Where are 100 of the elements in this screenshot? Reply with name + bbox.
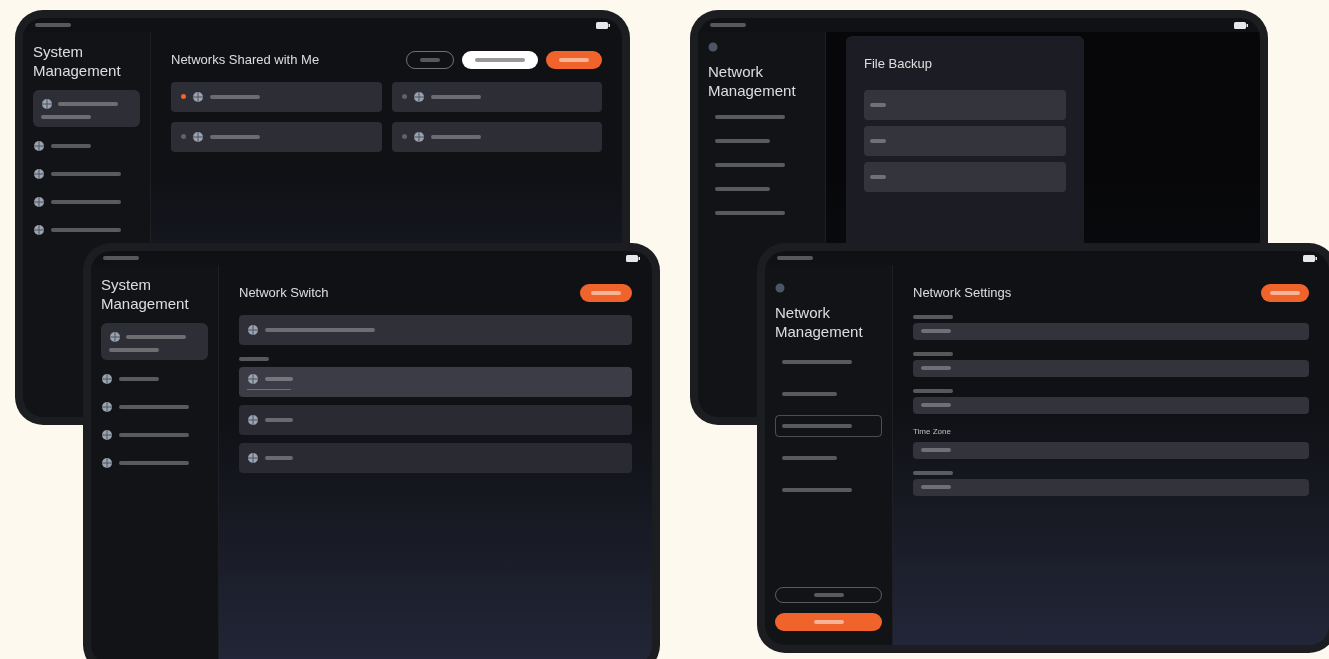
info-row[interactable] xyxy=(239,314,632,345)
illegible-label xyxy=(265,377,293,381)
illegible-label xyxy=(782,488,852,492)
illegible-label xyxy=(41,115,91,119)
globe-icon xyxy=(33,224,45,236)
network-card[interactable] xyxy=(391,81,602,112)
globe-icon xyxy=(101,373,113,385)
sidebar-title: System Management xyxy=(101,275,190,313)
battery-icon xyxy=(626,254,640,262)
globe-icon xyxy=(412,90,425,103)
input-field[interactable] xyxy=(913,478,1309,496)
illegible-label xyxy=(715,187,770,191)
illegible-label xyxy=(913,388,953,393)
illegible-label xyxy=(210,134,260,139)
globe-icon xyxy=(192,90,204,103)
sidebar-title: Network Management xyxy=(708,62,797,100)
network-card[interactable] xyxy=(171,121,382,152)
globe-icon xyxy=(33,168,45,180)
input-field[interactable] xyxy=(913,441,1309,459)
globe-icon xyxy=(109,331,121,343)
page-title: Network Switch xyxy=(239,284,329,302)
illegible-label xyxy=(119,461,189,465)
illegible-label xyxy=(109,348,159,352)
action-button[interactable] xyxy=(775,613,882,631)
illegible-label xyxy=(870,174,886,179)
illegible-label xyxy=(913,470,953,475)
battery-icon xyxy=(1234,21,1248,29)
illegible-label xyxy=(870,138,886,143)
illegible-label xyxy=(265,455,293,460)
network-card[interactable] xyxy=(391,121,602,152)
illegible-label xyxy=(591,290,621,295)
globe-icon xyxy=(41,98,53,110)
field-label: Time Zone xyxy=(913,425,952,438)
illegible-label xyxy=(813,593,844,597)
illegible-label xyxy=(51,228,121,232)
illegible-label xyxy=(35,23,71,27)
globe-icon xyxy=(101,429,113,441)
input-field[interactable] xyxy=(913,322,1309,340)
illegible-label xyxy=(921,366,951,370)
globe-icon xyxy=(33,196,45,208)
illegible-label xyxy=(921,403,951,407)
illegible-label xyxy=(559,57,589,62)
network-row[interactable] xyxy=(239,366,632,397)
page-title: Networks Shared with Me xyxy=(171,51,320,69)
sidebar-title: Network Management xyxy=(775,303,864,341)
battery-icon xyxy=(596,21,610,29)
action-button[interactable] xyxy=(546,50,602,69)
input-field[interactable] xyxy=(913,396,1309,414)
illegible-label xyxy=(715,115,785,119)
globe-icon xyxy=(247,451,259,464)
illegible-label xyxy=(782,424,852,428)
illegible-label xyxy=(715,139,770,143)
input-field[interactable] xyxy=(913,359,1309,377)
illegible-label xyxy=(103,256,139,260)
globe-icon xyxy=(247,373,259,385)
illegible-label xyxy=(126,335,186,339)
globe-icon xyxy=(101,401,113,413)
illegible-label xyxy=(265,417,293,422)
illegible-label xyxy=(58,102,118,106)
illegible-label xyxy=(430,134,481,139)
illegible-label xyxy=(782,456,837,460)
illegible-label xyxy=(475,57,525,62)
illegible-label xyxy=(782,360,852,364)
globe-icon xyxy=(247,323,259,336)
illegible-label xyxy=(777,256,813,260)
illegible-label xyxy=(921,329,951,333)
illegible-label xyxy=(119,377,159,381)
illegible-label xyxy=(921,485,951,489)
sidebar-title: System Management xyxy=(33,42,122,80)
illegible-label xyxy=(420,57,440,62)
illegible-label xyxy=(715,211,785,215)
globe-icon xyxy=(101,457,113,469)
battery-icon xyxy=(1303,254,1317,262)
illegible-label xyxy=(1270,290,1300,295)
illegible-label xyxy=(119,405,189,409)
illegible-label xyxy=(813,620,844,624)
nav-item[interactable] xyxy=(775,415,882,437)
globe-icon xyxy=(412,130,425,143)
illegible-label xyxy=(913,351,953,356)
globe-icon xyxy=(192,130,204,143)
illegible-label xyxy=(51,144,91,148)
illegible-label xyxy=(782,392,837,396)
globe-icon xyxy=(247,413,259,426)
illegible-label xyxy=(921,448,951,452)
illegible-label xyxy=(51,172,121,176)
page-title: Network Settings xyxy=(913,284,1012,302)
action-button[interactable] xyxy=(580,283,632,302)
illegible-label xyxy=(715,163,785,167)
modal-title: File Backup xyxy=(864,55,933,73)
action-button[interactable] xyxy=(1261,283,1309,302)
illegible-label xyxy=(239,356,269,361)
pill-button[interactable] xyxy=(462,50,538,69)
illegible-label xyxy=(430,94,481,99)
illegible-label xyxy=(913,314,953,319)
illegible-label xyxy=(51,200,121,204)
illegible-label xyxy=(870,102,886,107)
globe-icon xyxy=(33,140,45,152)
selection-underline xyxy=(247,389,291,390)
network-card[interactable] xyxy=(171,81,382,112)
illegible-label xyxy=(210,94,260,99)
